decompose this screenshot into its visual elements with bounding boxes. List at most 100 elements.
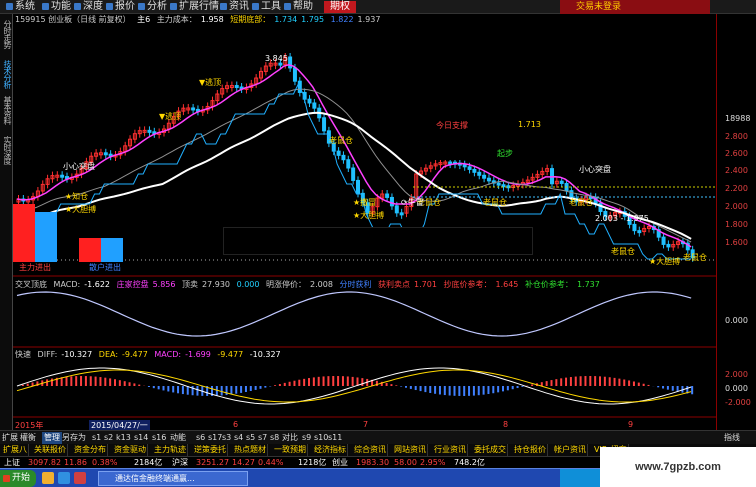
macd-bar (206, 311, 210, 322)
function-button[interactable]: 热点题材 (233, 444, 268, 456)
macd-bar (438, 322, 442, 324)
indicator-tab[interactable]: s5 (246, 432, 255, 444)
indicator-tab[interactable]: s4 (234, 432, 243, 444)
diff-bar (647, 384, 650, 386)
start-button[interactable]: 开始 (0, 470, 36, 487)
menu-function[interactable]: 功能 (42, 1, 71, 13)
indicator-tab[interactable]: s16 (152, 432, 166, 444)
diff-bar (419, 386, 422, 392)
security-name: 159915 创业板（日线 前复权） (15, 15, 131, 24)
diff-bar (322, 376, 325, 386)
tab-intraday[interactable]: 分时走势 (1, 20, 12, 48)
function-button[interactable]: 行业资讯 (433, 444, 468, 456)
candle-body (292, 67, 297, 82)
retail-flow-bar (79, 238, 101, 262)
macd-bar (453, 322, 457, 325)
function-button[interactable]: 主力轨迹 (153, 444, 188, 456)
macd-bar (448, 322, 452, 324)
diff-bar (327, 376, 330, 386)
indicator-tab[interactable]: 管理 (42, 432, 62, 444)
main-flow-label: 主力进出 (19, 263, 51, 272)
menu-options[interactable]: 期权 (324, 1, 356, 13)
diff-bar (75, 376, 78, 386)
system-icon (6, 2, 13, 10)
support-panel: 今日支撑 1.713 (428, 104, 730, 160)
kline-chart[interactable]: 159915 创业板（日线 前复权） 主6 主力成本： 1.958 短期底部： 1.… (13, 14, 730, 431)
function-button[interactable]: 关联报价 (33, 444, 68, 456)
indicator-tab[interactable]: s11 (328, 432, 342, 444)
function-button[interactable]: 经济指标 (313, 444, 348, 456)
indicator-tab[interactable]: 动能 (170, 432, 186, 444)
indicator-tab[interactable]: s1 (92, 432, 101, 444)
function-button[interactable]: 持仓报价 (513, 444, 548, 456)
trade-login-badge[interactable]: 交易未登录 (560, 0, 710, 14)
function-button[interactable]: 帐户资讯 (553, 444, 588, 456)
tab-technical[interactable]: 技术分析 (1, 60, 12, 88)
function-button[interactable]: 网站资讯 (393, 444, 428, 456)
menu-depth[interactable]: 深度 (74, 1, 103, 13)
tab-right-indicator[interactable]: 指线 (724, 432, 740, 444)
menu-analysis[interactable]: 分析 (138, 1, 167, 13)
indicator-tab[interactable]: s17 (208, 432, 222, 444)
macd-bar (579, 307, 583, 322)
function-button[interactable]: 资金驱动 (113, 444, 148, 456)
quicklaunch-browser-icon[interactable] (58, 472, 70, 484)
indicator-tab[interactable]: s7 (258, 432, 267, 444)
menu-news[interactable]: 资讯 (220, 1, 249, 13)
indicator-tab[interactable]: s8 (270, 432, 279, 444)
menu-quote[interactable]: 报价 (106, 1, 135, 13)
diff-bar (594, 376, 597, 386)
function-button[interactable]: 逆策委托 (193, 444, 228, 456)
function-button[interactable]: 综合资讯 (353, 444, 388, 456)
menu-extended[interactable]: 扩展行情 (170, 1, 219, 13)
function-button[interactable]: 委托成交 (473, 444, 508, 456)
macd-bar (637, 322, 641, 329)
axis-tick-2600: 2.600 (725, 149, 748, 158)
tab-fundamentals[interactable]: 基本资料 (1, 96, 12, 124)
menu-help[interactable]: 帮助 (284, 1, 313, 13)
indicator-tab[interactable]: s3 (222, 432, 231, 444)
buy-label: 抄底价参考： (443, 280, 492, 289)
diff-bar (511, 386, 514, 390)
macd-label: MACD: (53, 280, 81, 289)
indicator-tab[interactable]: k13 (116, 432, 131, 444)
indicator-tab[interactable]: s10 (314, 432, 328, 444)
macd-bar (375, 316, 379, 322)
indicator-tab[interactable]: s14 (134, 432, 148, 444)
diff-bar (555, 379, 558, 386)
quicklaunch-app-icon[interactable] (74, 472, 86, 484)
indicator-tab[interactable]: 对比 (282, 432, 298, 444)
tab-depth[interactable]: 实时深度 (1, 136, 12, 164)
macd-bar (632, 322, 636, 329)
diff-bar (662, 386, 665, 389)
indicator-tab[interactable]: 另存为 (62, 432, 86, 444)
axis-tick-1800: 1.800 (725, 220, 748, 229)
indicator-tab[interactable]: 權衡 (20, 432, 36, 444)
indicator-tab[interactable]: s2 (104, 432, 113, 444)
candle-body (60, 174, 65, 178)
macd-bar (419, 316, 423, 322)
bear-label-1: 老鼠仓 (329, 136, 353, 145)
function-button[interactable]: 资金分布 (73, 444, 108, 456)
add-label: 补仓价参考： (524, 280, 573, 289)
menu-system[interactable]: 系统 (6, 1, 35, 13)
sell-label: 获利卖点 (378, 280, 411, 289)
diff-bar (259, 386, 262, 389)
candle-body (341, 154, 346, 161)
taskbar-window-tdx[interactable]: 通达信金融终端通赢... (98, 471, 248, 486)
menu-tools[interactable]: 工具 (252, 1, 281, 13)
depth-icon (74, 2, 81, 10)
quicklaunch-folder-icon[interactable] (42, 472, 54, 484)
indicator-tab[interactable]: s6 (196, 432, 205, 444)
extra-v2: 1.937 (357, 15, 381, 24)
indicator-tab[interactable]: 扩展 (2, 432, 18, 444)
macd-bar (361, 322, 365, 323)
indicator-tab[interactable]: s9 (302, 432, 311, 444)
macd-bar (177, 322, 181, 329)
bear-label-5: 老鼠仓 (611, 247, 635, 256)
function-button[interactable]: 扩展八 (2, 444, 29, 456)
macd-bar (283, 322, 287, 325)
diff-bar (94, 376, 97, 386)
diff-bar (550, 380, 553, 386)
function-button[interactable]: 一致预期 (273, 444, 308, 456)
